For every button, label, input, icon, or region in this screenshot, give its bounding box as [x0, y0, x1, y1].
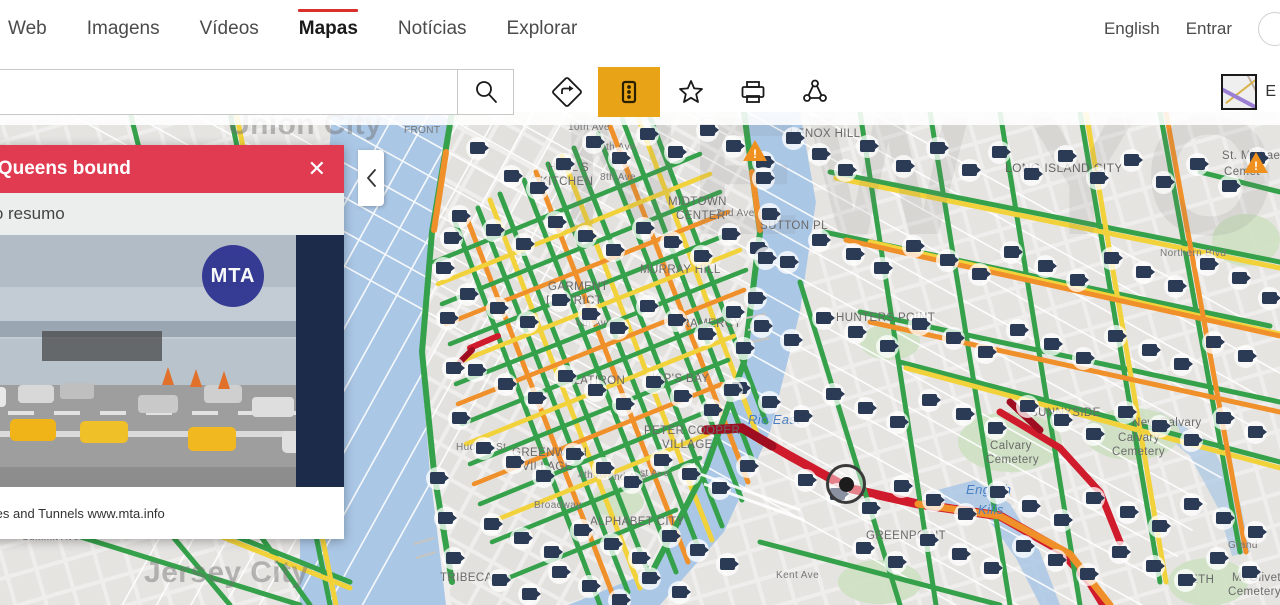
star-icon: [679, 80, 703, 103]
map-style-controls: E: [1221, 67, 1276, 117]
nav-tab-notcias[interactable]: Notícias: [378, 0, 487, 57]
map-toolbar: E: [0, 57, 1280, 125]
signin-link[interactable]: Entrar: [1186, 19, 1232, 39]
alert-footer-text: ridges and Tunnels www.mta.info: [0, 487, 344, 539]
search-button[interactable]: [457, 70, 513, 114]
directions-button[interactable]: [536, 67, 598, 117]
search-icon: [475, 81, 497, 103]
avatar[interactable]: [1258, 11, 1280, 46]
camera-photo-graphic: [0, 235, 344, 487]
traffic-incident-warning-icon[interactable]: !: [743, 140, 767, 161]
favorites-button[interactable]: [660, 67, 722, 117]
primary-nav: Web Imagens Vídeos Mapas Notícias Explorar: [0, 0, 597, 57]
selected-location-marker[interactable]: [826, 464, 866, 504]
back-to-summary-link[interactable]: r ao resumo: [0, 193, 344, 235]
traffic-incident-warning-icon[interactable]: !: [1244, 152, 1268, 173]
directions-diamond-icon: [552, 77, 582, 107]
nav-tab-vdeos[interactable]: Vídeos: [180, 0, 279, 57]
map-style-label: E: [1265, 83, 1276, 100]
traffic-alert-panel[interactable]: @ Queens bound ✕ r ao resumo: [0, 145, 344, 539]
map-tool-buttons: [536, 67, 846, 117]
share-nodes-icon: [803, 79, 827, 102]
share-button[interactable]: [784, 67, 846, 117]
chevron-left-icon: [366, 169, 376, 187]
maps-page: NEW YORK Union CityFRONT10th AveHELL'SKI…: [0, 0, 1280, 605]
printer-icon: [741, 81, 765, 103]
mta-watermark: MTA: [202, 245, 264, 307]
nav-tab-imagens[interactable]: Imagens: [67, 0, 180, 57]
nav-tab-explorar[interactable]: Explorar: [487, 0, 598, 57]
alert-title: @ Queens bound: [0, 158, 131, 179]
print-button[interactable]: [722, 67, 784, 117]
search-box[interactable]: [0, 69, 514, 115]
photo-side-band: [296, 235, 344, 487]
header-right-links: English Entrar: [1104, 0, 1280, 57]
traffic-light-icon: [621, 80, 637, 104]
close-icon[interactable]: ✕: [304, 158, 330, 180]
traffic-camera-image: MTA: [0, 235, 344, 487]
language-link[interactable]: English: [1104, 19, 1160, 39]
traffic-button[interactable]: [598, 67, 660, 117]
map-thumbnail-icon[interactable]: [1221, 74, 1258, 110]
alert-header: @ Queens bound ✕: [0, 145, 344, 193]
search-input[interactable]: [0, 70, 457, 114]
collapse-panel-button[interactable]: [358, 150, 384, 206]
site-header: Web Imagens Vídeos Mapas Notícias Explorar En…: [0, 0, 1280, 57]
nav-tab-mapas[interactable]: Mapas: [279, 0, 378, 57]
nav-tab-web[interactable]: Web: [0, 0, 67, 57]
